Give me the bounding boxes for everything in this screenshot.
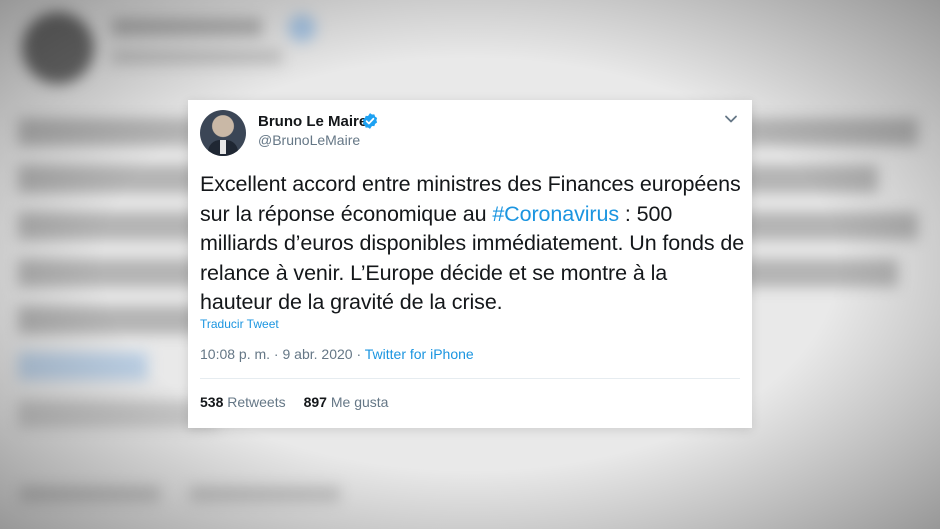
tweet-time[interactable]: 10:08 p. m.	[200, 346, 270, 362]
avatar[interactable]	[200, 110, 246, 156]
author-handle[interactable]: @BrunoLeMaire	[258, 132, 360, 148]
tweet-metadata: 10:08 p. m. · 9 abr. 2020 · Twitter for …	[200, 346, 474, 362]
divider	[200, 378, 740, 379]
tweet-stats: 538 Retweets 897 Me gusta	[200, 394, 388, 410]
tweet-date[interactable]: 9 abr. 2020	[283, 346, 353, 362]
verified-badge-icon	[362, 113, 378, 129]
tweet-source-link[interactable]: Twitter for iPhone	[365, 346, 474, 362]
likes-stat[interactable]: 897 Me gusta	[304, 394, 389, 410]
translate-tweet-link[interactable]: Traducir Tweet	[200, 317, 279, 331]
retweets-stat[interactable]: 538 Retweets	[200, 394, 286, 410]
tweet-card: Bruno Le Maire @BrunoLeMaire Excellent a…	[188, 100, 752, 428]
hashtag-link[interactable]: #Coronavirus	[492, 202, 619, 226]
author-name[interactable]: Bruno Le Maire	[258, 113, 367, 130]
tweet-text: Excellent accord entre ministres des Fin…	[200, 172, 745, 314]
chevron-down-icon[interactable]	[724, 112, 738, 126]
